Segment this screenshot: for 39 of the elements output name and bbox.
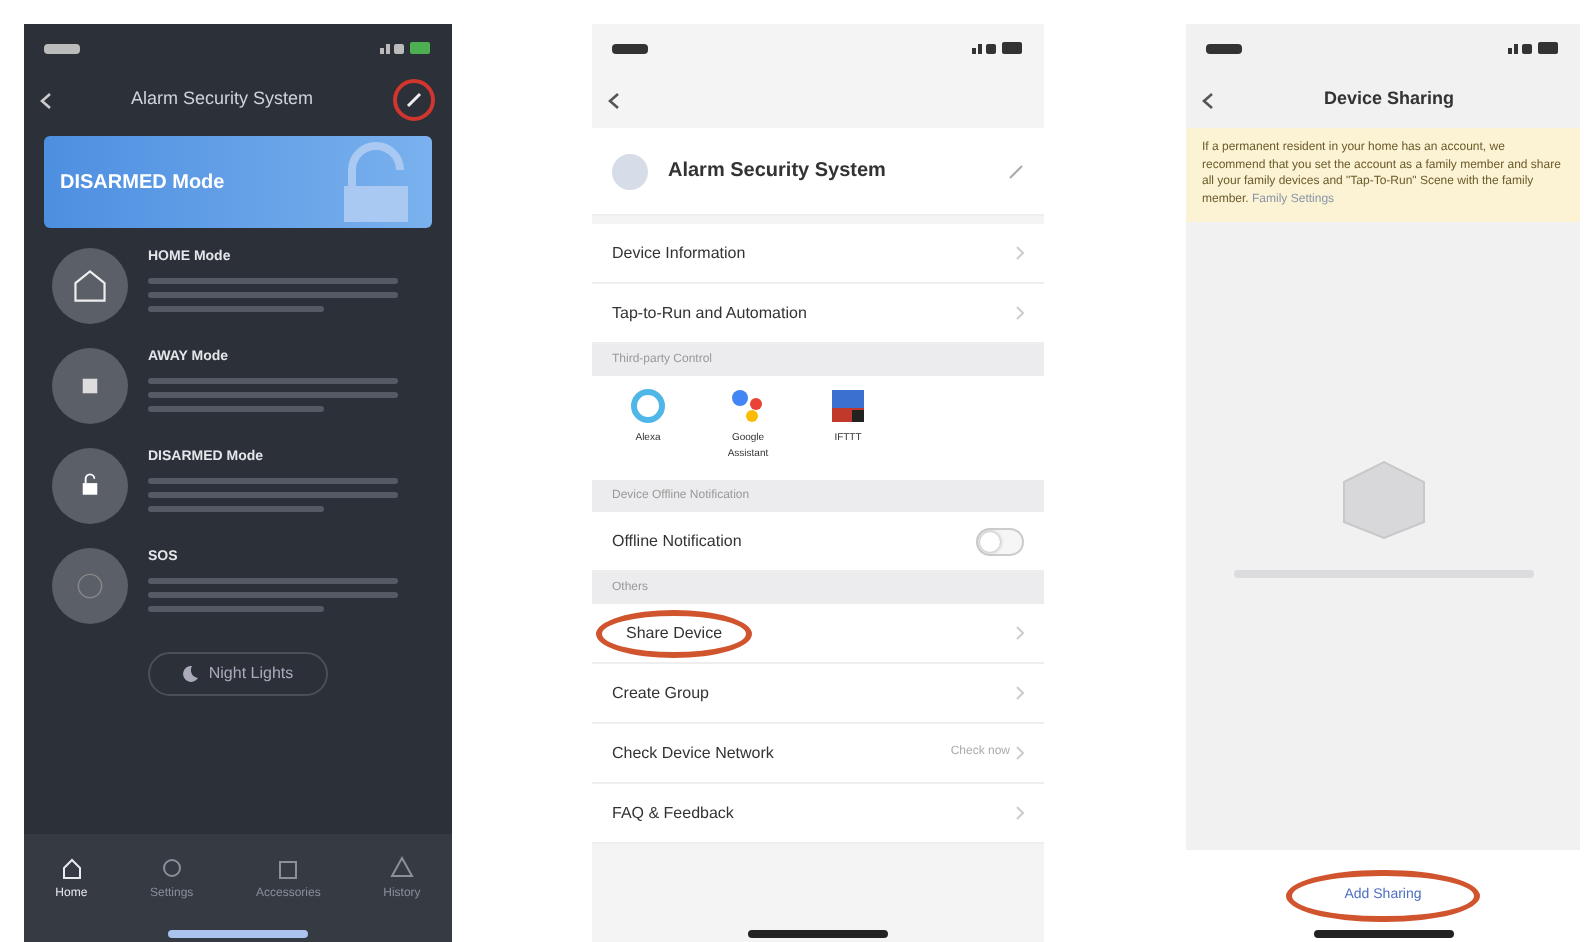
night-lights-button[interactable]: Night Lights <box>148 652 328 696</box>
screen-title: Device Sharing <box>1321 86 1457 113</box>
toggle-switch[interactable] <box>976 527 1024 555</box>
mode-home-button[interactable] <box>52 248 128 324</box>
home-indicator <box>1313 930 1453 938</box>
device-title: Alarm Security System <box>668 158 886 186</box>
banner-title: DISARMED Mode <box>60 169 225 197</box>
chevron-icon <box>1016 686 1024 700</box>
device-icon <box>612 153 648 189</box>
status-time-drawing <box>612 43 648 53</box>
edit-icon[interactable] <box>392 78 436 122</box>
home-indicator <box>168 930 308 938</box>
settings-row-label[interactable]: Tap-to-Run and Automation <box>612 301 807 325</box>
back-icon[interactable] <box>608 91 620 109</box>
settings-row-label[interactable]: Device Information <box>612 241 746 265</box>
settings-row-label[interactable]: Share Device <box>596 609 753 657</box>
settings-row-label[interactable]: Create Group <box>612 681 709 705</box>
home-indicator <box>748 930 888 938</box>
mode-sos-button[interactable] <box>52 548 128 624</box>
chevron-icon <box>1016 806 1024 820</box>
settings-row-label[interactable]: FAQ & Feedback <box>612 801 734 825</box>
moon-icon <box>182 666 199 682</box>
chevron-icon <box>1016 306 1024 320</box>
home-mode-icon <box>74 270 106 302</box>
back-icon[interactable] <box>1202 91 1214 109</box>
mode-away-button[interactable] <box>52 348 128 424</box>
status-icons-drawing <box>1508 42 1560 54</box>
screen-title: Alarm Security System <box>128 86 316 113</box>
mode-disarmed-button[interactable] <box>52 448 128 524</box>
home-icon <box>59 856 84 880</box>
chevron-icon <box>1016 626 1024 640</box>
status-time-drawing <box>1206 43 1242 53</box>
settings-row-label[interactable]: Offline Notification <box>612 529 742 553</box>
status-time-drawing <box>44 43 80 53</box>
status-icons-drawing <box>380 42 432 54</box>
chevron-icon <box>1016 746 1024 760</box>
settings-row-label[interactable]: Check Device Network <box>612 741 774 765</box>
chevron-icon <box>1016 246 1024 260</box>
status-icons-drawing <box>972 42 1024 54</box>
